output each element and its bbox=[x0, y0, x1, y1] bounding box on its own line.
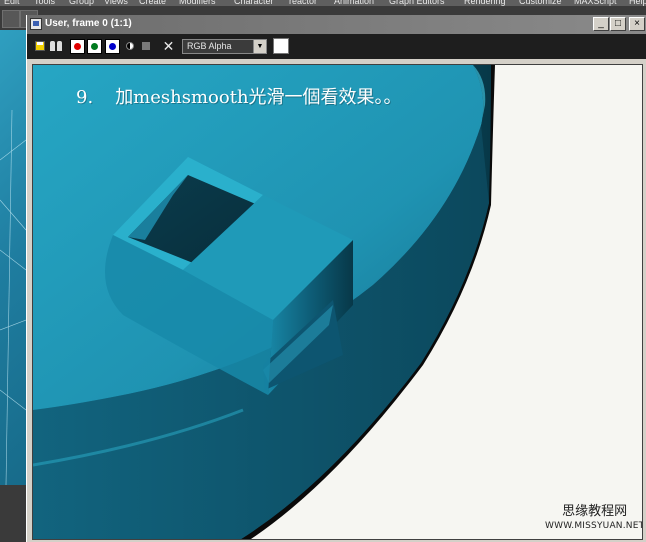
background-viewport bbox=[0, 30, 26, 485]
watermark: 思缘教程网 WWW.MISSYUAN.NET bbox=[545, 504, 643, 533]
window-title: User, frame 0 (1:1) bbox=[45, 18, 132, 29]
green-channel-icon[interactable] bbox=[87, 39, 102, 54]
save-image-icon[interactable] bbox=[33, 39, 48, 54]
undo-icon[interactable] bbox=[2, 10, 20, 28]
rendered-frame-window[interactable]: User, frame 0 (1:1) _ □ × ✕ RGB Alpha ▼ bbox=[26, 15, 646, 542]
clone-window-icon[interactable] bbox=[49, 39, 64, 54]
red-channel-icon[interactable] bbox=[70, 39, 85, 54]
close-button[interactable]: × bbox=[629, 17, 645, 31]
color-swatch[interactable] bbox=[273, 38, 289, 54]
channel-select[interactable]: RGB Alpha ▼ bbox=[182, 39, 267, 54]
frame-toolbar: ✕ RGB Alpha ▼ bbox=[27, 34, 646, 59]
maximize-button[interactable]: □ bbox=[610, 17, 626, 31]
caption-step-number: 9. bbox=[76, 87, 94, 108]
channel-select-value: RGB Alpha bbox=[187, 41, 232, 51]
caption-text: 加meshsmooth光滑一個看效果。。 bbox=[115, 87, 402, 108]
watermark-url: WWW.MISSYUAN.NET bbox=[545, 521, 643, 531]
alpha-channel-icon[interactable] bbox=[139, 39, 154, 54]
render-canvas: 9. 加meshsmooth光滑一個看效果。。 思缘教程网 WWW.MISSYUA… bbox=[32, 64, 643, 540]
watermark-title: 思缘教程网 bbox=[562, 504, 628, 519]
blue-channel-icon[interactable] bbox=[105, 39, 120, 54]
minimize-button[interactable]: _ bbox=[593, 17, 609, 31]
clear-icon[interactable]: ✕ bbox=[161, 39, 176, 54]
tutorial-caption: 9. 加meshsmooth光滑一個看效果。。 bbox=[76, 83, 402, 109]
monochrome-icon[interactable] bbox=[123, 39, 138, 54]
title-bar[interactable]: User, frame 0 (1:1) _ □ × bbox=[27, 15, 646, 34]
chevron-down-icon[interactable]: ▼ bbox=[253, 40, 266, 53]
background-status-area bbox=[0, 485, 26, 542]
frame-window-icon bbox=[30, 18, 42, 30]
viewport-wireframe bbox=[0, 109, 26, 485]
rendered-model bbox=[33, 65, 495, 539]
